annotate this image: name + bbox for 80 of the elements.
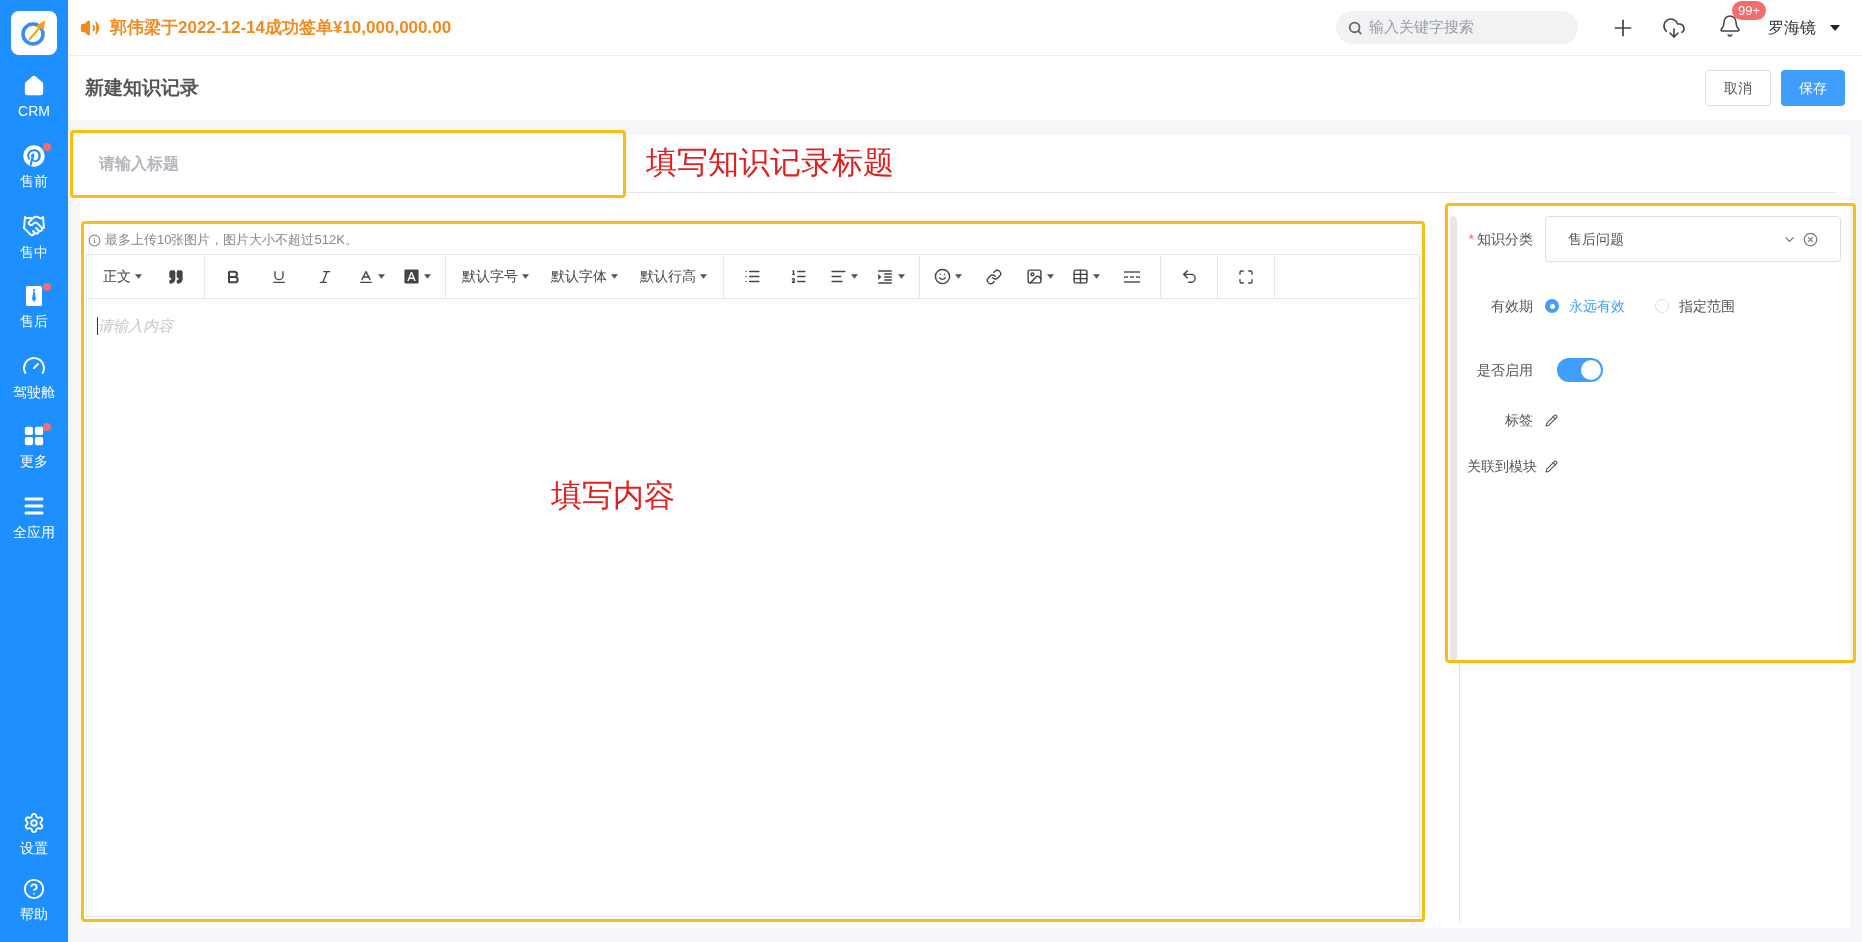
info-icon <box>88 233 101 247</box>
emoji-icon <box>934 268 951 285</box>
caret-icon <box>1047 274 1054 279</box>
align-icon <box>830 268 847 285</box>
sidebar-item[interactable]: 售前 <box>0 139 68 197</box>
sidebar-item[interactable]: 售后 <box>0 279 68 337</box>
italic-icon <box>317 268 333 285</box>
help-icon <box>23 877 45 900</box>
annotation-text: 填写内容 <box>551 476 675 515</box>
search-input[interactable]: 输入关键字搜索 <box>1368 16 1566 39</box>
caret-icon <box>851 274 858 279</box>
user-menu[interactable]: 罗海镜 <box>1768 15 1840 40</box>
field-label: 是否启用 <box>1476 360 1534 380</box>
caret-icon <box>898 274 905 279</box>
table-icon <box>1072 268 1089 285</box>
handshake-icon <box>22 213 46 238</box>
required-mark: * <box>1468 229 1474 249</box>
bold-icon <box>225 268 241 285</box>
caret-icon <box>611 274 618 279</box>
indent-icon <box>876 267 894 286</box>
image-icon <box>1026 268 1043 285</box>
divider-icon <box>1123 269 1141 284</box>
radio-option[interactable]: 指定范围 <box>1655 295 1735 317</box>
notification-badge: 99+ <box>1732 1 1767 20</box>
sidebar-item[interactable]: 全应用 <box>0 489 68 547</box>
field-label: 标签 <box>1504 410 1534 430</box>
bullet-list-icon <box>743 268 761 285</box>
cancel-button[interactable]: 取消 <box>1705 70 1771 106</box>
link-icon <box>986 268 1002 285</box>
caret-icon <box>955 274 962 279</box>
background-color-icon <box>403 268 420 285</box>
pencil-icon[interactable] <box>1545 413 1558 427</box>
speaker-icon <box>80 17 100 38</box>
sidebar-item[interactable]: 设置 <box>0 806 68 864</box>
search-icon <box>1348 19 1363 36</box>
caret-icon <box>424 274 431 279</box>
home-icon <box>23 74 45 97</box>
clear-icon <box>1803 231 1818 247</box>
search-field[interactable]: 输入关键字搜索 <box>1336 11 1578 44</box>
annotation-text: 填写知识记录标题 <box>646 144 894 183</box>
numbered-list-icon <box>789 268 807 285</box>
bell-icon <box>1718 14 1742 38</box>
pencil-icon[interactable] <box>1545 459 1558 473</box>
upload-hint: 最多上传10张图片，图片大小不超过512K。 <box>105 231 358 250</box>
toolbar-dropdown[interactable]: 默认字号 <box>454 261 537 292</box>
cloud-download-icon <box>1662 15 1686 40</box>
caret-icon <box>135 274 142 279</box>
grid-icon <box>23 424 45 447</box>
caret-icon <box>522 274 529 279</box>
toggle-switch[interactable] <box>1557 358 1603 382</box>
undo-icon <box>1180 268 1198 285</box>
announcement: 郭伟梁于2022-12-14成功签单¥10,000,000.00 <box>110 16 452 39</box>
field-label: 有效期 <box>1490 296 1534 316</box>
caret-icon <box>700 274 707 279</box>
underline-icon <box>271 268 287 285</box>
sidebar-item[interactable]: 售中 <box>0 209 68 267</box>
quote-icon <box>168 268 184 285</box>
save-button[interactable]: 保存 <box>1781 70 1845 106</box>
tie-card-icon <box>24 284 44 307</box>
caret-icon <box>377 274 385 279</box>
logo-icon <box>11 11 57 55</box>
fullscreen-icon <box>1238 268 1254 285</box>
settings-icon <box>23 811 45 834</box>
sidebar-item[interactable]: 更多 <box>0 419 68 477</box>
category-select[interactable]: 售后问题 <box>1545 216 1841 262</box>
toolbar-dropdown[interactable]: 正文 <box>95 261 150 292</box>
title-field[interactable]: 请输入标题 <box>99 151 597 176</box>
toolbar-dropdown[interactable]: 默认行高 <box>632 261 715 292</box>
sidebar-item[interactable]: CRM <box>0 69 68 127</box>
page-title: 新建知识记录 <box>85 75 199 100</box>
field-label: 关联到模块 <box>1467 456 1538 476</box>
sidebar-item[interactable]: 驾驶舱 <box>0 349 68 407</box>
toolbar-dropdown[interactable]: 默认字体 <box>543 261 626 292</box>
field-label: 知识分类 <box>1477 229 1533 249</box>
radio-option[interactable]: 永远有效 <box>1545 295 1625 317</box>
sidebar-item[interactable]: 帮助 <box>0 872 68 930</box>
pin-icon <box>23 144 45 167</box>
caret-icon <box>1830 24 1840 31</box>
font-color-icon <box>357 268 374 285</box>
caret-icon <box>1093 274 1100 279</box>
